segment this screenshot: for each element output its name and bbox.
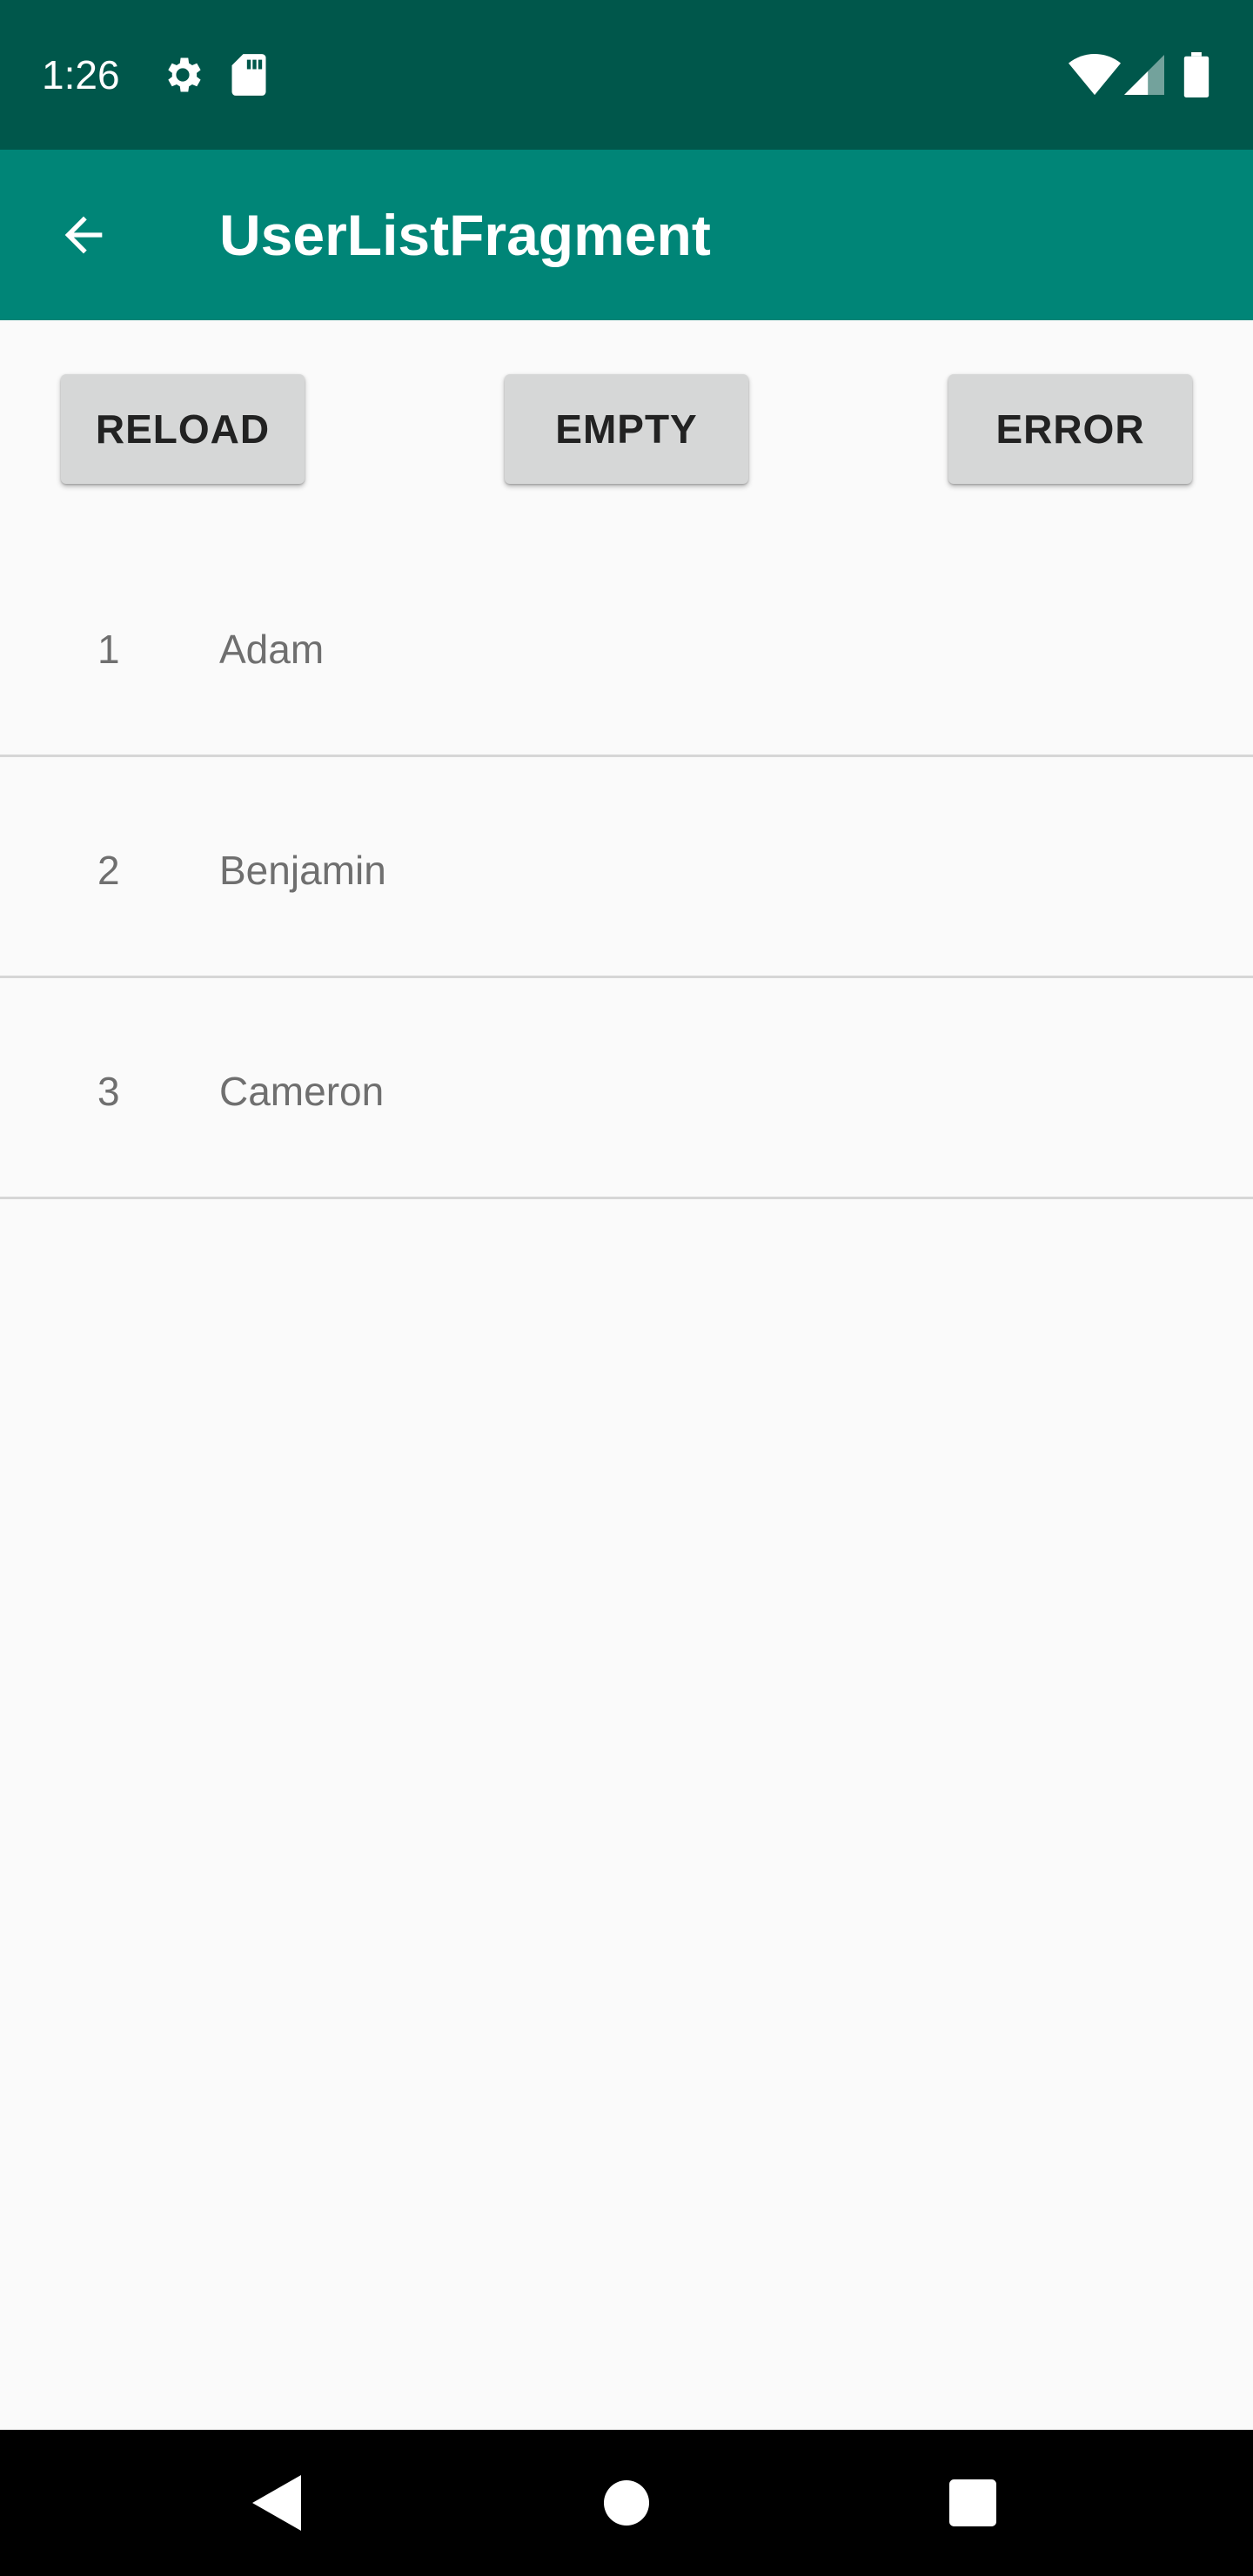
- recents-square-icon: [949, 2479, 996, 2526]
- error-button[interactable]: ERROR: [948, 374, 1192, 484]
- status-bar: 1:26: [0, 0, 1253, 150]
- user-number: 3: [97, 1069, 120, 1114]
- wifi-icon: [1069, 54, 1121, 96]
- nav-back-button[interactable]: [240, 2466, 313, 2539]
- gear-icon: [168, 57, 201, 92]
- home-circle-icon: [604, 2480, 649, 2526]
- back-triangle-icon: [252, 2475, 301, 2531]
- sd-card-icon: [231, 54, 266, 96]
- back-button[interactable]: [38, 190, 129, 280]
- empty-button[interactable]: EMPTY: [505, 374, 748, 484]
- user-name: Benjamin: [219, 848, 386, 893]
- list-item[interactable]: 2 Benjamin: [0, 757, 1253, 978]
- user-number: 1: [97, 627, 120, 672]
- page-title: UserListFragment: [219, 203, 711, 267]
- user-name: Adam: [219, 627, 325, 672]
- list-item[interactable]: 3 Cameron: [0, 978, 1253, 1199]
- list-item[interactable]: 1 Adam: [0, 536, 1253, 757]
- app-bar: UserListFragment: [0, 150, 1253, 320]
- user-list: 1 Adam 2 Benjamin 3 Cameron: [0, 536, 1253, 1199]
- nav-home-button[interactable]: [590, 2466, 663, 2539]
- user-number: 2: [97, 848, 120, 893]
- navigation-bar: [0, 2430, 1253, 2576]
- user-name: Cameron: [219, 1069, 385, 1114]
- reload-button[interactable]: RELOAD: [61, 374, 305, 484]
- battery-icon: [1183, 52, 1209, 97]
- arrow-back-icon: [64, 216, 103, 254]
- nav-recents-button[interactable]: [936, 2466, 1009, 2539]
- screen: 1:26 UserListFragment RELOAD EMPTY ERROR…: [0, 0, 1253, 2576]
- status-time: 1:26: [42, 52, 120, 97]
- signal-icon: [1124, 55, 1164, 95]
